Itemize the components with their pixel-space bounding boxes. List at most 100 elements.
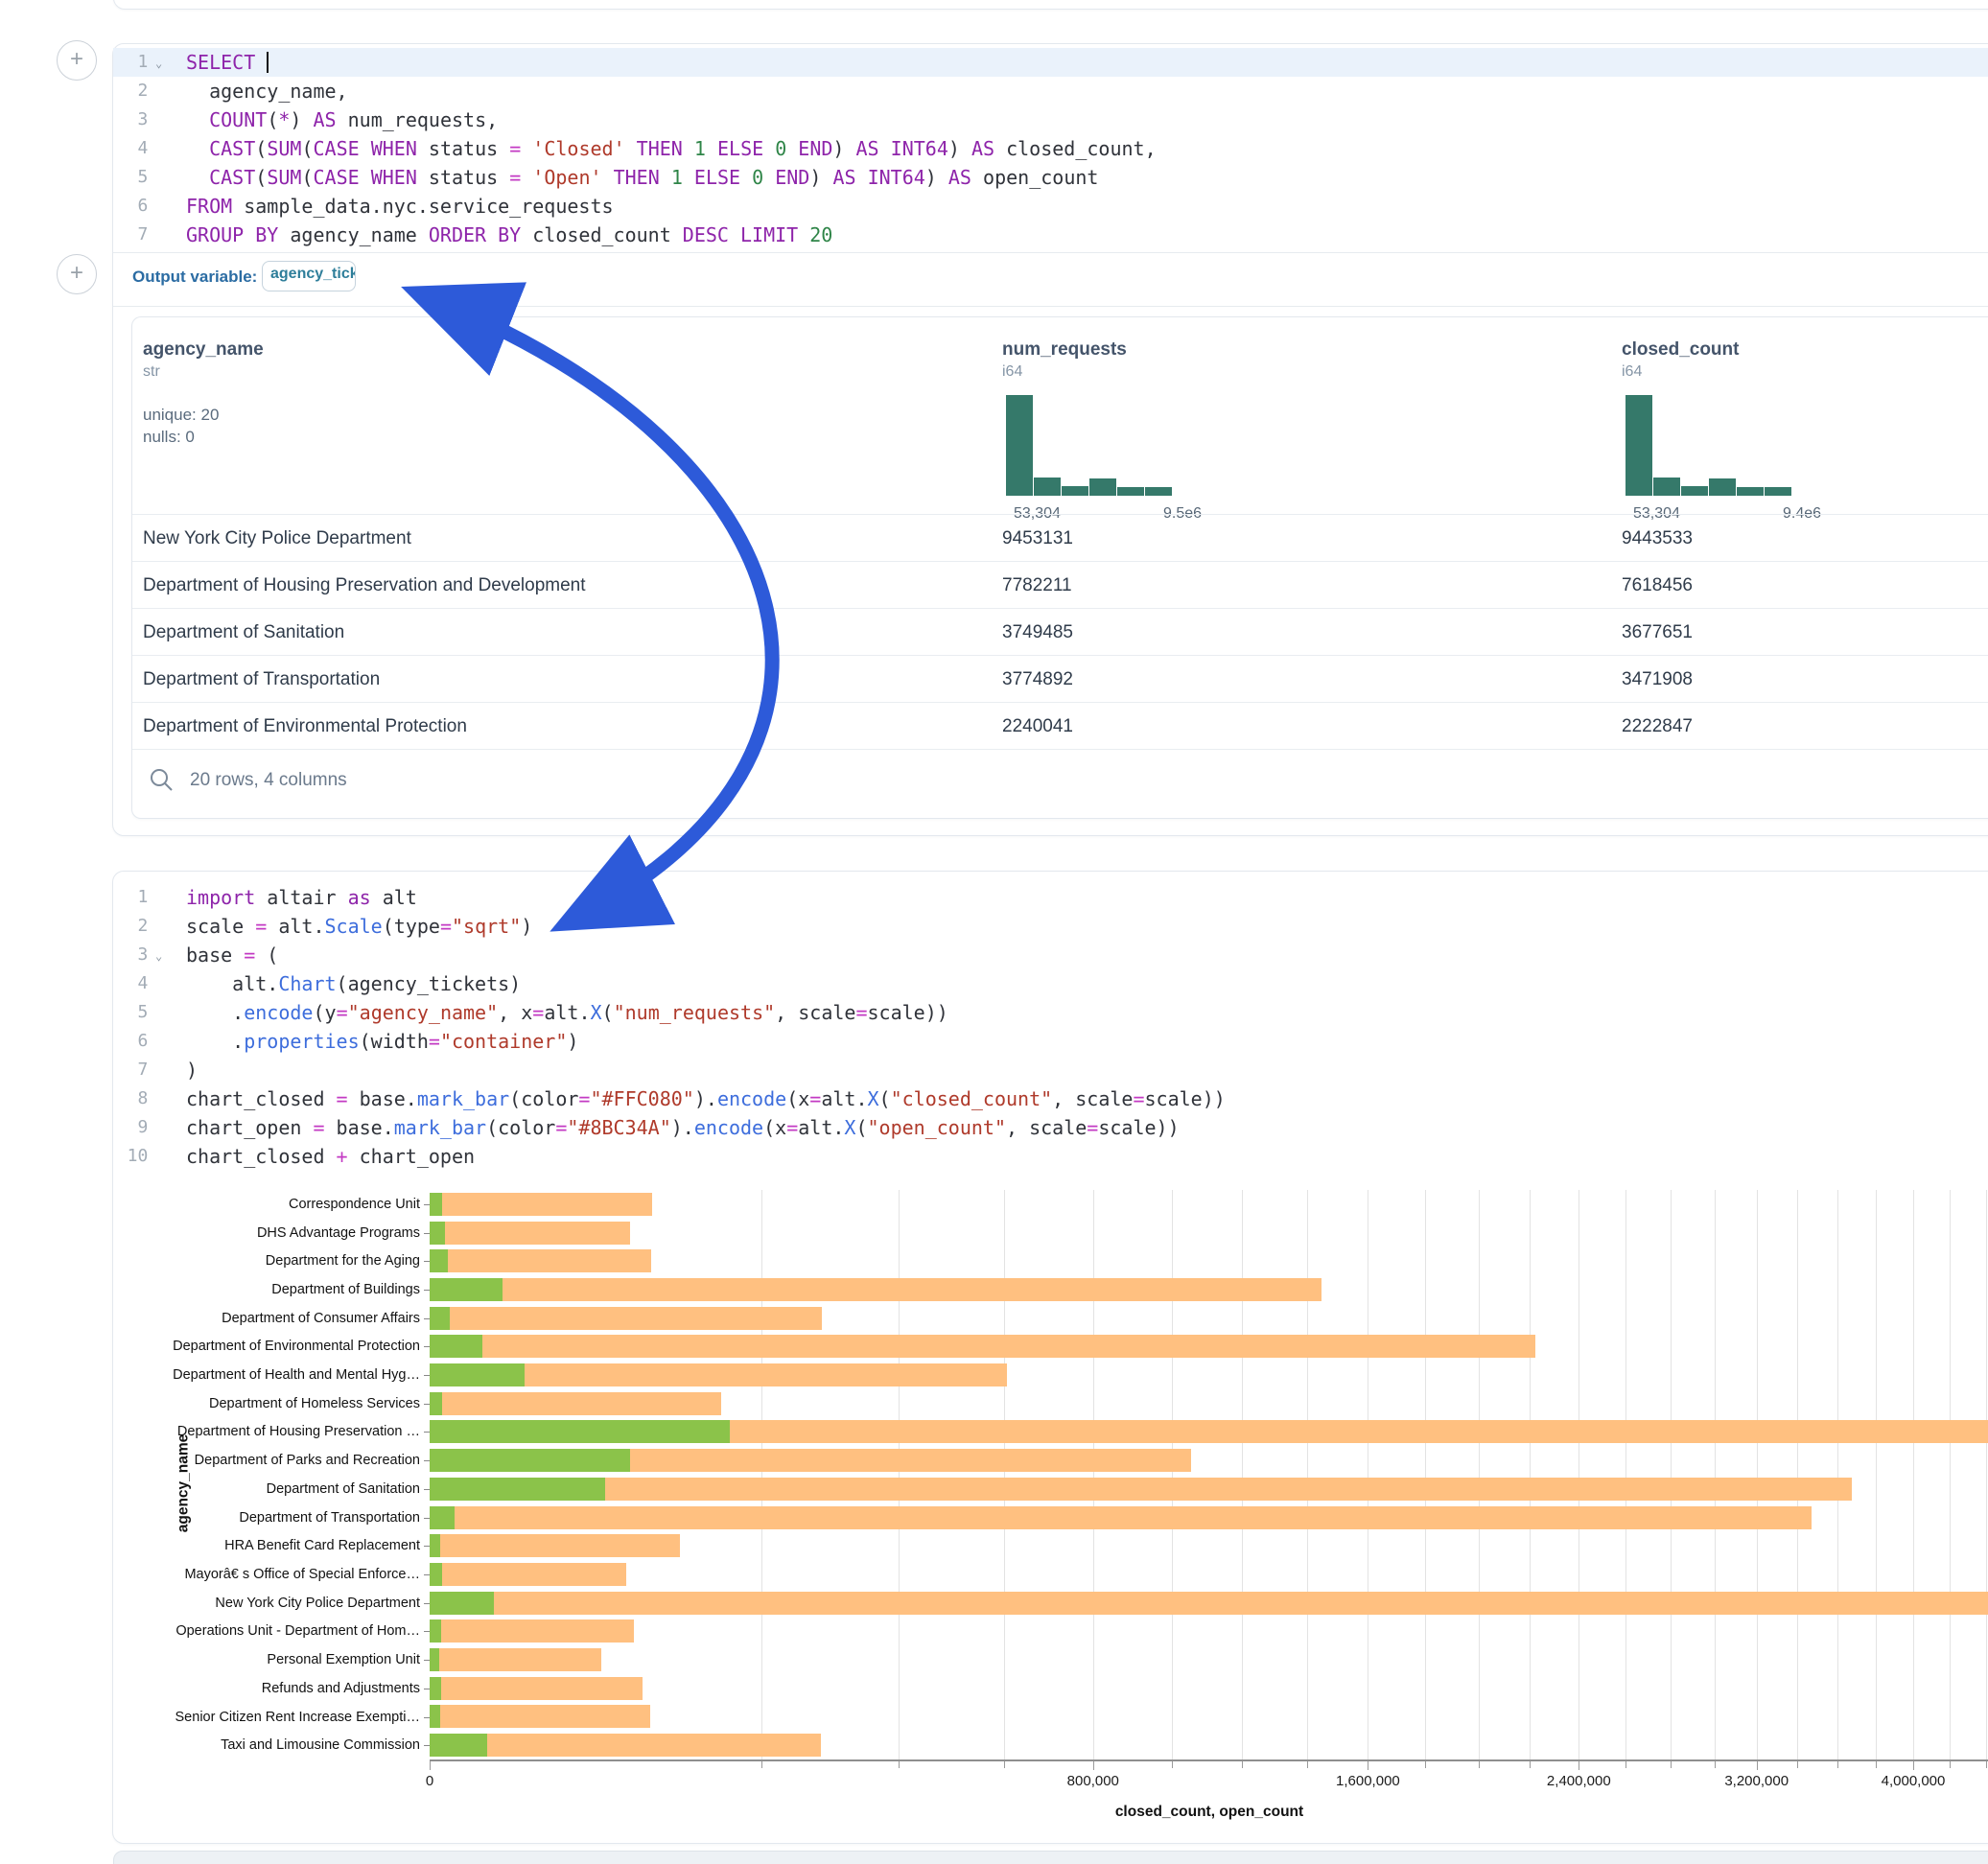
- y-tick: [424, 1261, 430, 1262]
- y-tick: [424, 1745, 430, 1746]
- code-line[interactable]: 4 alt.Chart(agency_tickets): [113, 969, 1988, 998]
- code-line[interactable]: 2 agency_name,: [113, 77, 1988, 105]
- line-number: 3⌄: [113, 941, 169, 969]
- y-tick: [424, 1346, 430, 1347]
- code-line[interactable]: 9 chart_open = base.mark_bar(color="#8BC…: [113, 1113, 1988, 1142]
- output-variable-row: Output variable: agency_tickets: [113, 253, 1988, 306]
- column-header[interactable]: agency_name strunique: 20nulls: 0: [143, 339, 546, 448]
- line-number: 7: [113, 1056, 169, 1084]
- histogram-bar: [1006, 395, 1033, 496]
- y-tick: [424, 1375, 430, 1376]
- line-number: 2: [113, 77, 169, 105]
- code-line[interactable]: 3⌄ base = (: [113, 941, 1988, 969]
- chart-y-axis: Correspondence Unit DHS Advantage Progra…: [113, 1190, 430, 1759]
- code-line[interactable]: 1⌄ SELECT: [113, 48, 1988, 77]
- column-header[interactable]: closed_count i64 53,304 9.4e6: [1622, 339, 1988, 381]
- add-cell-button-top[interactable]: +: [57, 40, 97, 81]
- x-tick-label: 2,400,000: [1547, 1773, 1611, 1789]
- column-header[interactable]: num_requests i64 53,304 9.5e6: [1002, 339, 1405, 381]
- y-axis-label: Department of Consumer Affairs: [222, 1311, 420, 1326]
- x-tick: [1479, 1761, 1480, 1768]
- histogram-bar: [1653, 478, 1680, 496]
- table-cell: 7618456: [1622, 562, 1693, 609]
- add-cell-button-output[interactable]: +: [57, 254, 97, 294]
- row-count-label: 20 rows, 4 columns: [190, 770, 347, 791]
- y-axis-label: Operations Unit - Department of Hom…: [175, 1623, 420, 1639]
- code-line[interactable]: 6 FROM sample_data.nyc.service_requests: [113, 192, 1988, 221]
- y-tick: [424, 1717, 430, 1718]
- y-axis-label: Department for the Aging: [266, 1253, 420, 1269]
- table-cell: Department of Transportation: [143, 656, 380, 703]
- y-axis-label: Department of Homeless Services: [209, 1396, 420, 1411]
- line-number: 7: [113, 221, 169, 249]
- histogram-bar: [1145, 487, 1172, 496]
- notebook-canvas: + + 1⌄ SELECT 2 agency_name, 3 COUNT(*) …: [0, 0, 1988, 1864]
- y-axis-label: New York City Police Department: [215, 1596, 420, 1611]
- table-cell: 7782211: [1002, 562, 1072, 609]
- y-tick: [424, 1518, 430, 1519]
- line-number: 5: [113, 163, 169, 192]
- x-tick: [1242, 1761, 1243, 1768]
- x-tick: [1425, 1761, 1426, 1768]
- x-tick: [1986, 1761, 1987, 1768]
- histogram-bar: [1681, 486, 1708, 496]
- code-line[interactable]: 10 chart_closed + chart_open: [113, 1142, 1988, 1171]
- altair-chart: 0 800,000 1,600,000 2,400,000 3,200,000 …: [113, 1190, 1988, 1823]
- y-tick: [424, 1432, 430, 1433]
- y-axis-label: Personal Exemption Unit: [267, 1652, 420, 1667]
- table-cell: 2240041: [1002, 703, 1073, 750]
- y-tick: [424, 1404, 430, 1405]
- x-tick: [1004, 1761, 1005, 1768]
- search-icon[interactable]: [148, 766, 175, 798]
- column-histogram: 53,304 9.4e6: [1622, 395, 1871, 523]
- y-tick: [424, 1318, 430, 1319]
- x-tick: [1530, 1761, 1531, 1768]
- code-line[interactable]: 3 COUNT(*) AS num_requests,: [113, 105, 1988, 134]
- y-axis-label: Department of Health and Mental Hyg…: [173, 1367, 420, 1383]
- x-tick-label: 1,600,000: [1336, 1773, 1400, 1789]
- x-tick-label: 3,200,000: [1724, 1773, 1789, 1789]
- table-cell: Department of Housing Preservation and D…: [143, 562, 586, 609]
- y-axis-label: Department of Housing Preservation …: [177, 1424, 420, 1439]
- output-variable-pill[interactable]: agency_tickets: [262, 261, 356, 291]
- table-cell: 3749485: [1002, 609, 1073, 656]
- code-line[interactable]: 5 CAST(SUM(CASE WHEN status = 'Open' THE…: [113, 163, 1988, 192]
- table-row: Department of Transportation 3774892 34719…: [132, 655, 1988, 703]
- y-axis-label: Department of Sanitation: [267, 1481, 420, 1497]
- fold-chevron-icon: ⌄: [155, 49, 162, 78]
- x-tick: [1625, 1761, 1626, 1768]
- python-cell[interactable]: 1 import altair as alt 2 scale = alt.Sca…: [112, 871, 1988, 1844]
- line-number: 3: [113, 105, 169, 134]
- code-line[interactable]: 2 scale = alt.Scale(type="sqrt"): [113, 912, 1988, 941]
- table-cell: Department of Sanitation: [143, 609, 344, 656]
- result-table: agency_name strunique: 20nulls: 0 num_re…: [131, 316, 1988, 819]
- next-cell-edge: [113, 1851, 1988, 1864]
- histogram-bar: [1062, 486, 1088, 496]
- code-line[interactable]: 8 chart_closed = base.mark_bar(color="#F…: [113, 1084, 1988, 1113]
- output-variable-label: Output variable:: [132, 268, 257, 287]
- y-axis-label: Mayorâ€ s Office of Special Enforce…: [184, 1567, 420, 1582]
- histogram-bar: [1737, 487, 1764, 496]
- y-axis-label: Correspondence Unit: [289, 1197, 420, 1212]
- y-axis-label: Department of Transportation: [239, 1510, 420, 1526]
- code-line[interactable]: 5 .encode(y="agency_name", x=alt.X("num_…: [113, 998, 1988, 1027]
- x-tick: [1837, 1761, 1838, 1768]
- code-line[interactable]: 6 .properties(width="container"): [113, 1027, 1988, 1056]
- python-code-editor[interactable]: 1 import altair as alt 2 scale = alt.Sca…: [113, 883, 1988, 1171]
- table-cell: 3774892: [1002, 656, 1073, 703]
- code-line[interactable]: 7 GROUP BY agency_name ORDER BY closed_c…: [113, 221, 1988, 249]
- code-line[interactable]: 1 import altair as alt: [113, 883, 1988, 912]
- table-row: Department of Sanitation37494853677651: [132, 608, 1988, 656]
- code-line[interactable]: 4 CAST(SUM(CASE WHEN status = 'Closed' T…: [113, 134, 1988, 163]
- code-line[interactable]: 7 ): [113, 1056, 1988, 1084]
- y-tick: [424, 1290, 430, 1291]
- x-tick: [1950, 1761, 1951, 1768]
- y-tick: [424, 1489, 430, 1490]
- y-axis-label: DHS Advantage Programs: [257, 1225, 420, 1241]
- y-tick: [424, 1204, 430, 1205]
- line-number: 1: [113, 883, 169, 912]
- sql-code-editor[interactable]: 1⌄ SELECT 2 agency_name, 3 COUNT(*) AS n…: [113, 48, 1988, 249]
- y-tick: [424, 1460, 430, 1461]
- table-cell: 3471908: [1622, 656, 1693, 703]
- x-tick: [1172, 1761, 1173, 1768]
